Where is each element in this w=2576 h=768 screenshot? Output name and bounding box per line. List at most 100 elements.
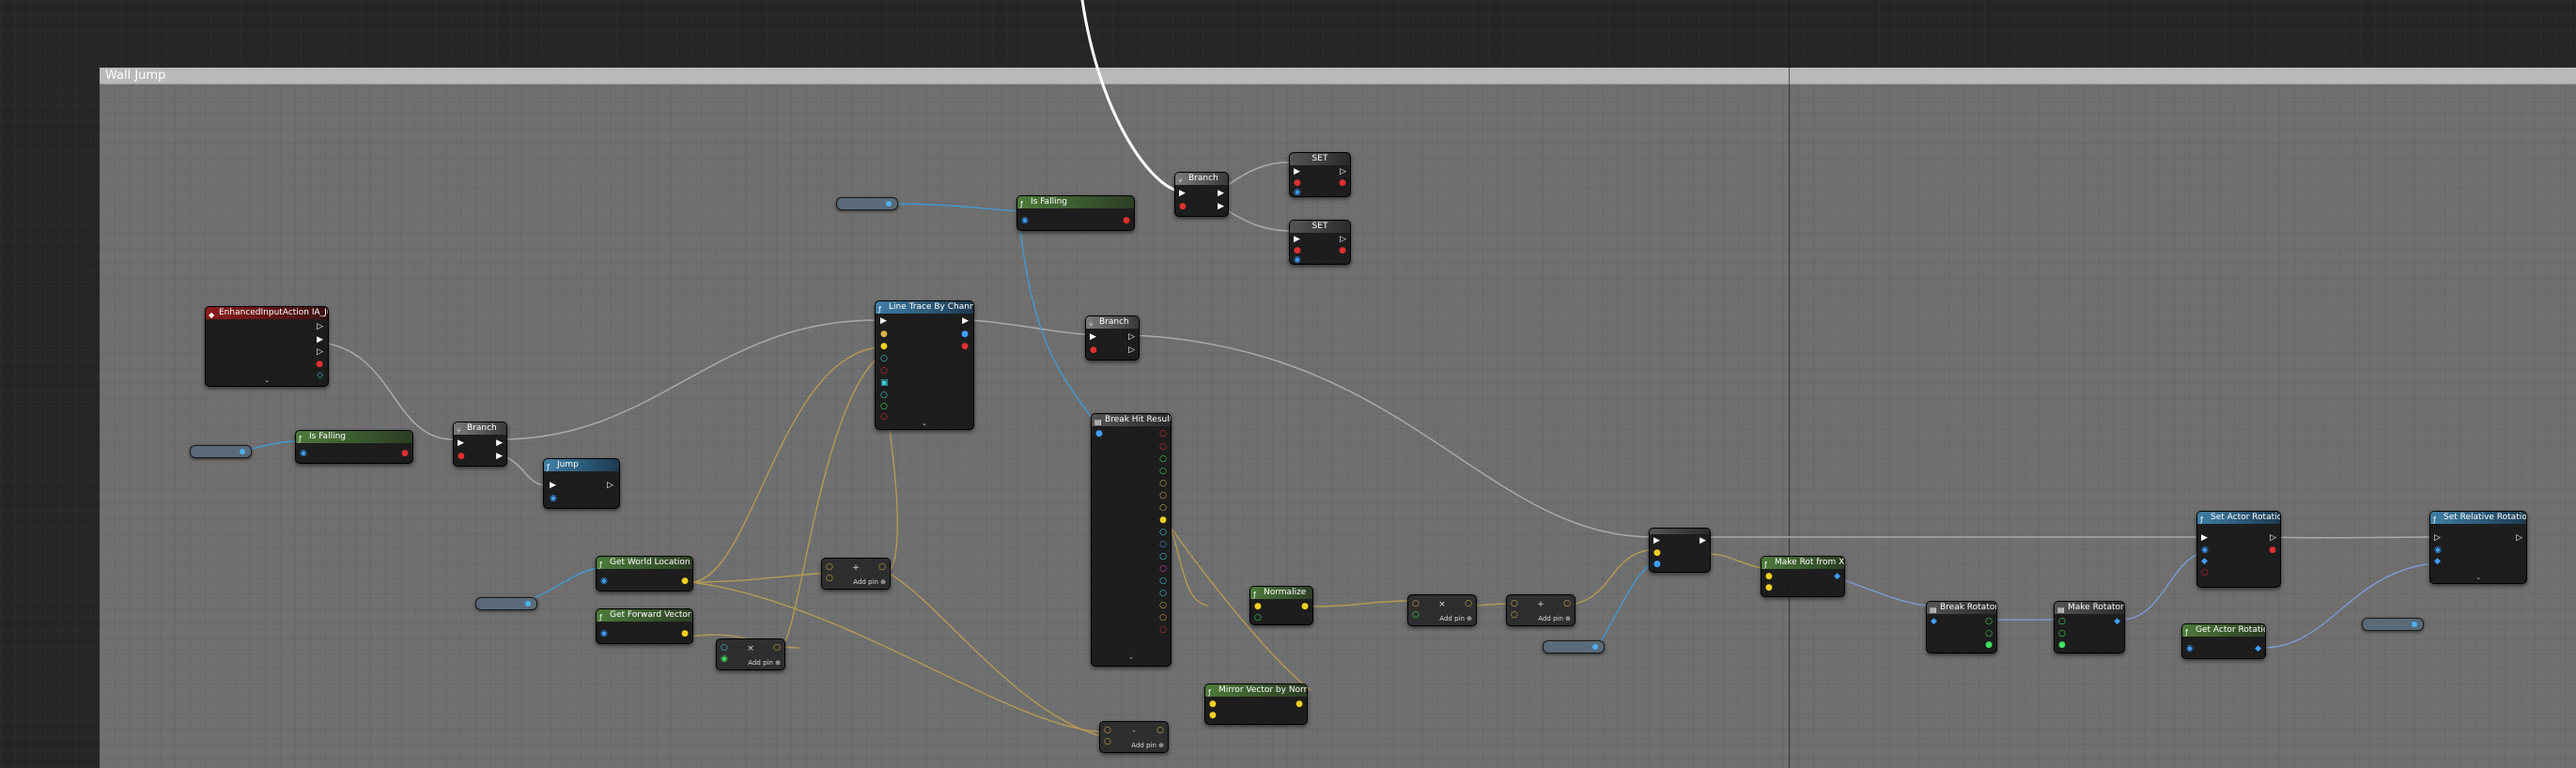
out-pin[interactable]: ○ (1159, 492, 1167, 500)
out-pin[interactable]: ○ (1159, 577, 1167, 586)
add-pin-button[interactable]: Add pin ⊕ (1439, 615, 1472, 622)
make-rotator-node[interactable]: ▤ Make Rotator ○ ○ ● ◆ (2054, 601, 2125, 653)
trace-color-pin[interactable]: ○ (880, 403, 888, 411)
exec-out-pin[interactable]: ▶ (317, 336, 323, 345)
exec-in-pin[interactable]: ▷ (2434, 534, 2441, 543)
channel-pin[interactable]: ○ (880, 355, 888, 363)
false-pin[interactable]: ▷ (1128, 346, 1135, 355)
z-pin[interactable]: ● (1765, 584, 1773, 592)
exec-out-pin[interactable]: ▷ (317, 348, 323, 357)
target-pin[interactable]: ◉ (550, 495, 557, 503)
normalize-node[interactable]: ƒ Normalize ● ○ ● (1249, 586, 1313, 625)
target-pin[interactable]: ◉ (2201, 546, 2209, 555)
get-world-location-node[interactable]: ƒ Get World Location ◉ ● (596, 556, 693, 591)
trace-complex-pin[interactable]: ○ (880, 367, 888, 376)
return-pin[interactable]: ● (681, 630, 689, 638)
exec-out-pin[interactable]: ▷ (1340, 168, 1346, 177)
value-in-pin[interactable]: ● (1294, 247, 1301, 255)
out-hit-pin[interactable]: ● (961, 330, 969, 339)
out-pin[interactable]: ○ (1159, 430, 1167, 438)
out-pin[interactable]: ○ (1156, 727, 1164, 735)
teleport-pin[interactable]: ○ (2201, 569, 2209, 577)
exec-in-pin[interactable]: ▶ (1179, 190, 1186, 198)
event-node[interactable]: ◆ EnhancedInputAction IA_Jump ▷ ▶ ▷ ● ◇ ⌄ (205, 306, 329, 387)
out-pin[interactable]: ○ (1465, 600, 1472, 608)
target-pin[interactable]: ◉ (300, 450, 307, 458)
out-pin[interactable]: ○ (1159, 455, 1167, 464)
vector-pin[interactable]: ● (1209, 700, 1217, 709)
start-pin[interactable]: ● (880, 330, 888, 339)
in-pin[interactable]: ○ (826, 563, 833, 572)
return-pin[interactable]: ● (1296, 700, 1303, 709)
jump-node[interactable]: ƒ Jump ▶ ▷ ◉ (543, 458, 620, 509)
in-pin[interactable]: ○ (1104, 738, 1111, 746)
end-pin[interactable]: ● (880, 343, 888, 351)
data-out-pin[interactable]: ● (316, 361, 323, 369)
exec-out-pin[interactable]: ▶ (1699, 537, 1706, 545)
condition-pin[interactable]: ● (1090, 346, 1097, 355)
multiply-node[interactable]: ○ ◉ × ○ Add pin ⊕ (716, 638, 785, 670)
true-pin[interactable]: ▶ (496, 439, 503, 448)
exec-out-pin[interactable]: ▶ (962, 317, 969, 326)
out-pin[interactable]: ○ (1159, 602, 1167, 610)
in-pin[interactable]: ○ (1412, 600, 1420, 608)
pitch-pin[interactable]: ○ (1985, 630, 1993, 638)
hit-in-pin[interactable]: ● (1095, 430, 1103, 438)
target-pin[interactable]: ◉ (1294, 189, 1301, 197)
chevron-up-icon[interactable]: ⌃ (1128, 656, 1134, 664)
add-node[interactable]: ○ ○ + ○ Add pin ⊕ (821, 558, 891, 590)
out-pin[interactable]: ○ (1563, 600, 1571, 608)
exec-in-pin[interactable]: ▶ (550, 482, 556, 490)
branch-node[interactable]: ⑂ Branch ▶ ● ▶ ▶ (1174, 172, 1229, 217)
add-pin-button[interactable]: Add pin ⊕ (1131, 742, 1164, 749)
variable-get[interactable] (836, 197, 898, 210)
roll-pin[interactable]: ○ (2058, 618, 2066, 626)
return-pin[interactable]: ● (961, 343, 969, 351)
return-pin[interactable]: ● (2269, 546, 2276, 555)
out-pin[interactable]: ○ (1159, 541, 1167, 549)
target-pin[interactable]: ◉ (600, 630, 608, 638)
target-pin[interactable]: ◉ (2434, 546, 2442, 555)
out-pin[interactable]: ○ (773, 644, 781, 653)
add-node[interactable]: ○ ○ + ○ Add pin ⊕ (1506, 594, 1575, 626)
in-pin[interactable]: ● (1653, 549, 1661, 558)
mirror-vector-node[interactable]: ƒ Mirror Vector by Normal ● ● ● (1204, 684, 1308, 725)
exec-out-pin[interactable]: ▷ (1340, 236, 1346, 244)
in-pin[interactable]: ● (1653, 561, 1661, 569)
return-pin[interactable]: ◆ (2255, 645, 2261, 653)
variable-get[interactable] (1543, 640, 1605, 653)
draw-debug-pin[interactable]: ○ (880, 392, 888, 400)
exec-in-pin[interactable]: ▶ (458, 439, 464, 448)
out-pin[interactable]: ○ (1159, 626, 1167, 635)
value-out-pin[interactable]: ● (1339, 179, 1346, 188)
add-pin-button[interactable]: Add pin ⊕ (1538, 615, 1571, 622)
set-relative-rotation-node[interactable]: ƒ Set Relative Rotation ▷ ▷ ◉ ◆ ⌄ (2429, 511, 2527, 584)
set-actor-rotation-node[interactable]: ƒ Set Actor Rotation ▶ ▷ ◉ ● ◆ ○ (2196, 511, 2281, 588)
out-pin[interactable]: ● (1159, 516, 1167, 525)
exec-in-pin[interactable]: ▶ (2201, 534, 2208, 543)
pitch-pin[interactable]: ○ (2058, 630, 2066, 638)
return-pin[interactable]: ◆ (2114, 618, 2120, 626)
value-out-pin[interactable]: ● (1339, 247, 1346, 255)
condition-pin[interactable]: ● (1179, 203, 1187, 211)
normal-pin[interactable]: ● (1209, 712, 1217, 720)
true-pin[interactable]: ▷ (1128, 333, 1135, 342)
exec-out-pin[interactable]: ▷ (317, 323, 323, 331)
out-pin[interactable]: ○ (1159, 529, 1167, 537)
exec-out-pin[interactable]: ▷ (2270, 534, 2276, 543)
tolerance-pin[interactable]: ○ (1254, 614, 1262, 622)
break-hit-result-node[interactable]: ▤ Break Hit Result ● ○ ○ ○ ○ ○ ○ ○ ● ○ ○ … (1091, 413, 1172, 667)
exec-out-pin[interactable]: ▷ (2516, 534, 2522, 543)
target-pin[interactable]: ◉ (600, 577, 608, 586)
actors-ignore-pin[interactable]: ▣ (880, 379, 889, 388)
in-pin[interactable]: ● (1254, 603, 1262, 611)
exec-out-pin[interactable]: ▷ (607, 482, 613, 490)
in-pin[interactable]: ○ (826, 575, 833, 583)
out-pin[interactable]: ○ (878, 563, 886, 572)
in-pin[interactable]: ○ (1412, 611, 1420, 620)
return-pin[interactable]: ● (1123, 217, 1130, 225)
set-variable-node[interactable]: SET ▶ ▷ ● ● ◉ (1289, 220, 1351, 265)
out-pin[interactable]: ○ (1159, 468, 1167, 476)
variable-get[interactable] (190, 445, 252, 458)
false-pin[interactable]: ▶ (496, 453, 503, 461)
